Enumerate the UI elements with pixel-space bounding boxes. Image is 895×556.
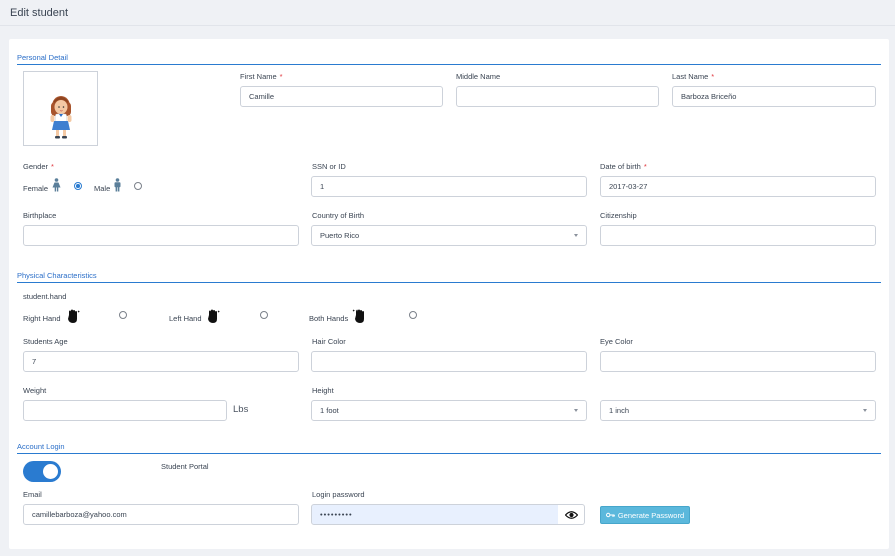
height-label: Height xyxy=(312,386,334,395)
middle-name-input[interactable] xyxy=(456,86,659,107)
gender-male-radio[interactable] xyxy=(134,182,142,190)
citizenship-input[interactable] xyxy=(600,225,876,246)
chevron-down-icon xyxy=(863,409,867,412)
section-title: Physical Characteristics xyxy=(17,271,97,280)
student-avatar-image xyxy=(50,96,72,139)
svg-text:✦: ✦ xyxy=(217,309,220,314)
login-password-label: Login password xyxy=(312,490,365,499)
eye-color-label: Eye Color xyxy=(600,337,633,346)
left-hand-icon: ✦ xyxy=(208,309,220,323)
first-name-label: First Name * xyxy=(240,72,283,81)
left-hand-radio[interactable] xyxy=(260,311,268,319)
weight-label: Weight xyxy=(23,386,47,395)
gender-female-label: Female xyxy=(23,184,49,193)
middle-name-label: Middle Name xyxy=(456,72,501,81)
both-hands-icon: ✦✦ xyxy=(352,308,364,323)
height-feet-select[interactable]: 1 foot xyxy=(311,400,587,421)
last-name-label: Last Name * xyxy=(672,72,715,81)
email-label: Email xyxy=(23,490,42,499)
last-name-input[interactable]: Barboza Briceño xyxy=(672,86,876,107)
ssn-label: SSN or ID xyxy=(312,162,346,171)
key-icon xyxy=(605,512,615,518)
gender-label: Gender * xyxy=(23,162,54,171)
header-divider xyxy=(0,25,895,26)
chevron-down-icon xyxy=(574,234,578,237)
weight-input[interactable] xyxy=(23,400,227,421)
section-physical-characteristics: Physical Characteristics xyxy=(17,271,881,283)
right-hand-icon: ✦ xyxy=(68,309,80,323)
dob-input[interactable]: 2017-03-27 xyxy=(600,176,876,197)
first-name-input[interactable]: Camille xyxy=(240,86,443,107)
birthplace-input[interactable] xyxy=(23,225,299,246)
show-password-button[interactable] xyxy=(558,504,585,525)
ssn-input[interactable]: 1 xyxy=(311,176,587,197)
country-of-birth-select[interactable]: Puerto Rico xyxy=(311,225,587,246)
gender-male-label: Male xyxy=(94,184,111,193)
birthplace-label: Birthplace xyxy=(23,211,57,220)
dob-label: Date of birth * xyxy=(600,162,647,171)
email-input[interactable]: camillebarboza@yahoo.com xyxy=(23,504,299,525)
hair-color-label: Hair Color xyxy=(312,337,346,346)
student-portal-toggle[interactable] xyxy=(23,461,61,482)
svg-text:✦✦: ✦✦ xyxy=(352,308,359,313)
height-inches-select[interactable]: 1 inch xyxy=(600,400,876,421)
page-title: Edit student xyxy=(10,7,69,19)
citizenship-label: Citizenship xyxy=(600,211,637,220)
right-hand-radio[interactable] xyxy=(119,311,127,319)
height-inches-value: 1 inch xyxy=(609,406,630,415)
student-portal-label: Student Portal xyxy=(161,462,209,471)
section-title: Personal Detail xyxy=(17,53,68,62)
female-icon xyxy=(52,178,61,192)
left-hand-label: Left Hand xyxy=(169,314,202,323)
svg-text:✦: ✦ xyxy=(77,309,80,314)
country-of-birth-value: Puerto Rico xyxy=(320,231,360,240)
male-icon xyxy=(114,178,121,192)
student-photo[interactable] xyxy=(23,71,98,146)
generate-password-button[interactable]: Generate Password xyxy=(600,506,690,524)
eye-color-input[interactable] xyxy=(600,351,876,372)
section-personal-detail: Personal Detail xyxy=(17,53,881,65)
section-title: Account Login xyxy=(17,442,65,451)
country-of-birth-label: Country of Birth xyxy=(312,211,365,220)
form-card xyxy=(9,39,889,549)
chevron-down-icon xyxy=(574,409,578,412)
both-hands-label: Both Hands xyxy=(309,314,349,323)
generate-password-label: Generate Password xyxy=(617,510,685,520)
both-hands-radio[interactable] xyxy=(409,311,417,319)
eye-icon xyxy=(565,511,578,519)
section-account-login: Account Login xyxy=(17,442,881,454)
hand-label: student.hand xyxy=(23,292,67,301)
hair-color-input[interactable] xyxy=(311,351,587,372)
students-age-label: Students Age xyxy=(23,337,68,346)
students-age-input[interactable]: 7 xyxy=(23,351,299,372)
right-hand-label: Right Hand xyxy=(23,314,61,323)
login-password-input[interactable]: ••••••••• xyxy=(311,504,559,525)
weight-unit: Lbs xyxy=(233,404,249,415)
gender-female-radio[interactable] xyxy=(74,182,82,190)
height-feet-value: 1 foot xyxy=(320,406,339,415)
